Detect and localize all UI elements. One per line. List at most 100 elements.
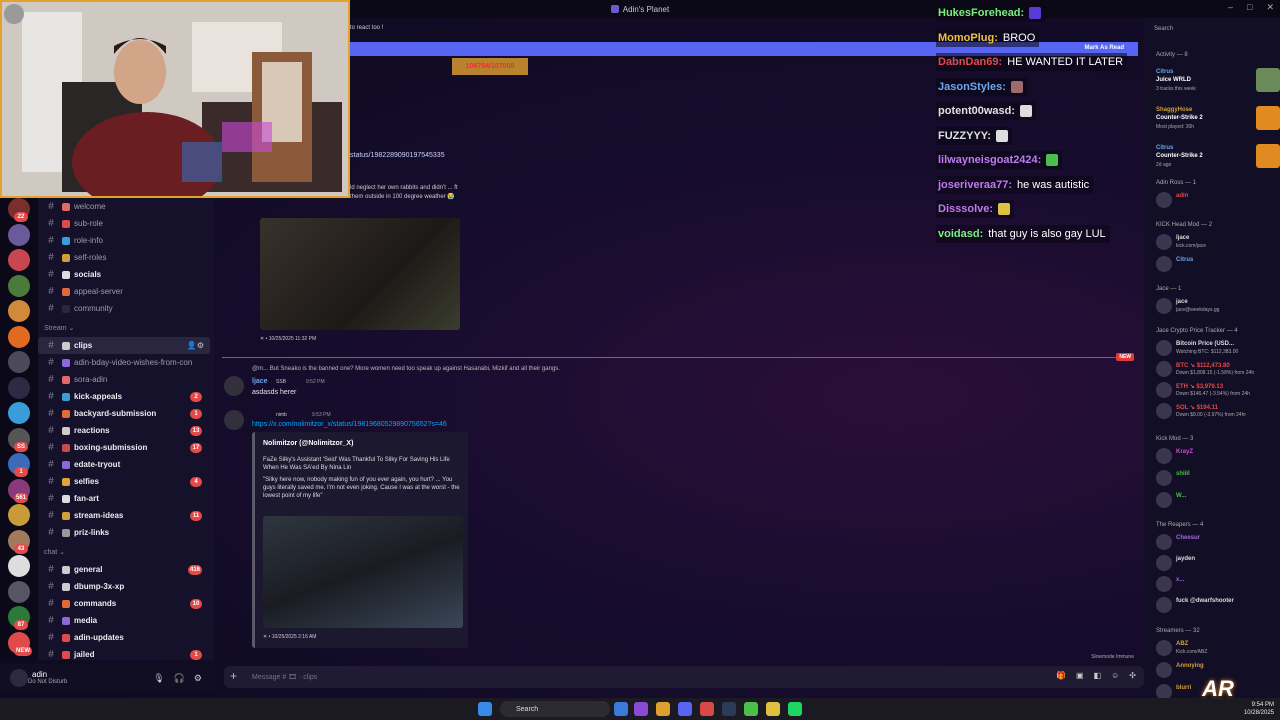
- channel-boxing-submission[interactable]: # boxing-submission 17: [38, 439, 210, 456]
- channel-appeal-server[interactable]: # appeal-server: [38, 283, 210, 300]
- channel-backyard-submission[interactable]: # backyard-submission 1: [38, 405, 210, 422]
- server-icon[interactable]: [8, 300, 30, 322]
- member-item[interactable]: ETH ↘ $3,979.13 Down $146.47 (-3.54%) fro…: [1156, 382, 1276, 398]
- app-icon[interactable]: [700, 702, 714, 716]
- member-item[interactable]: Citrus: [1156, 256, 1276, 272]
- category-stream[interactable]: Stream ⌄: [44, 324, 74, 332]
- maximize-button[interactable]: □: [1247, 2, 1252, 13]
- message-author[interactable]: nimb: [276, 412, 287, 418]
- headphones-icon[interactable]: 🎧: [174, 673, 185, 684]
- channel-priz-links[interactable]: # priz-links: [38, 524, 210, 541]
- reply-preview[interactable]: @m... But Sneako is the banned one? More…: [252, 366, 560, 372]
- channel-welcome[interactable]: # welcome: [38, 198, 210, 215]
- message-input-placeholder[interactable]: Message # 🎞 · clips: [252, 673, 317, 681]
- channel-clips[interactable]: # clips 👤⚙: [38, 337, 210, 354]
- channel-role-info[interactable]: # role-info: [38, 232, 210, 249]
- message-author[interactable]: ljace: [252, 378, 268, 385]
- member-status: Kick.com/ABZ: [1176, 649, 1208, 655]
- channel-settings-icon[interactable]: 👤⚙: [187, 341, 204, 350]
- hash-icon: #: [48, 476, 54, 487]
- server-icon[interactable]: [8, 351, 30, 373]
- channel-sora-adin[interactable]: # sora-adin: [38, 371, 210, 388]
- settings-gear-icon[interactable]: ⚙: [194, 673, 202, 684]
- start-icon[interactable]: [478, 702, 492, 716]
- server-icon[interactable]: [8, 325, 30, 348]
- channel-self-roles[interactable]: # self-roles: [38, 249, 210, 266]
- message-link[interactable]: https://x.com/nolimitzor_x/status/198196…: [252, 421, 447, 428]
- embed-image[interactable]: [263, 516, 463, 628]
- member-item[interactable]: Bitcoin Price (USD... Watching BTC: $112,…: [1156, 340, 1276, 356]
- kick-icon[interactable]: [744, 702, 758, 716]
- sticker-icon[interactable]: ◧: [1094, 671, 1102, 680]
- channel-community[interactable]: # community: [38, 300, 210, 317]
- server-icon[interactable]: [8, 504, 30, 526]
- member-item[interactable]: jayden: [1156, 555, 1276, 571]
- edge-icon[interactable]: [614, 702, 628, 716]
- member-item[interactable]: jace jace@weekdays.gg: [1156, 298, 1276, 314]
- old-message-link[interactable]: status/1982289090197545335: [350, 152, 445, 159]
- chrome-icon[interactable]: [656, 702, 670, 716]
- discord-taskbar-icon[interactable]: [678, 702, 692, 716]
- microphone-icon[interactable]: 🎙: [153, 673, 164, 684]
- mark-as-read-button[interactable]: Mark As Read: [1085, 45, 1124, 51]
- copilot-icon[interactable]: [634, 702, 648, 716]
- emoji-icon[interactable]: ☺: [1111, 671, 1119, 680]
- member-item[interactable]: ABZ Kick.com/ABZ: [1156, 640, 1276, 656]
- spotify-icon[interactable]: [788, 702, 802, 716]
- member-item[interactable]: Cheesur: [1156, 534, 1276, 550]
- member-item[interactable]: W...: [1156, 492, 1276, 508]
- channel-general[interactable]: # general 416: [38, 561, 210, 578]
- user-avatar[interactable]: [10, 669, 28, 687]
- channel-adin-bday-video-wishes-from-con[interactable]: # adin-bday-video-wishes-from-con: [38, 354, 210, 371]
- server-icon[interactable]: [8, 376, 30, 399]
- activity-item[interactable]: Citrus Counter-Strike 2 2d ago: [1156, 144, 1280, 174]
- gift-icon[interactable]: 🎁: [1056, 671, 1066, 680]
- message-avatar[interactable]: [224, 376, 244, 396]
- channel-stream-ideas[interactable]: # stream-ideas 11: [38, 507, 210, 524]
- member-item[interactable]: fuck @dwarfshooter: [1156, 597, 1276, 613]
- channel-jailed[interactable]: # jailed 1: [38, 646, 210, 663]
- channel-selfies[interactable]: # selfies 4: [38, 473, 210, 490]
- server-icon[interactable]: [8, 223, 30, 246]
- channel-fan-art[interactable]: # fan-art: [38, 490, 210, 507]
- close-button[interactable]: ✕: [1266, 2, 1274, 13]
- gif-icon[interactable]: ▣: [1076, 671, 1084, 680]
- steam-icon[interactable]: [722, 702, 736, 716]
- message-avatar[interactable]: [224, 410, 244, 430]
- member-item[interactable]: SOL ↘ $194.11 Down $8.00 (-3.97%) from 24…: [1156, 403, 1276, 419]
- channel-dbump-3x-xp[interactable]: # dbump-3x-xp: [38, 578, 210, 595]
- server-icon[interactable]: [8, 555, 30, 577]
- member-item[interactable]: ljace kick.com/jace: [1156, 234, 1276, 250]
- channel-adin-updates[interactable]: # adin-updates: [38, 629, 210, 646]
- taskbar-search[interactable]: Search: [500, 701, 610, 717]
- server-icon[interactable]: [8, 580, 30, 603]
- member-item[interactable]: adin: [1156, 192, 1276, 208]
- channel-sub-role[interactable]: # sub-role: [38, 215, 210, 232]
- activity-item[interactable]: Citrus Juice WRLD 3 tracks this week: [1156, 68, 1280, 98]
- minimize-button[interactable]: –: [1228, 2, 1233, 13]
- server-icon[interactable]: [8, 402, 30, 424]
- old-embed-image[interactable]: [260, 218, 460, 330]
- channel-media[interactable]: # media: [38, 612, 210, 629]
- member-item[interactable]: shiiil: [1156, 470, 1276, 486]
- channel-reactions[interactable]: # reactions 13: [38, 422, 210, 439]
- taskbar-clock[interactable]: 9:54 PM 10/28/2025: [1244, 701, 1274, 717]
- member-item[interactable]: KrayZ: [1156, 448, 1276, 464]
- channel-emoji-icon: [62, 616, 70, 625]
- message-composer[interactable]: + Message # 🎞 · clips 🎁 ▣ ◧ ☺ ✣: [224, 666, 1144, 688]
- member-item[interactable]: x...: [1156, 576, 1276, 592]
- server-icon[interactable]: [8, 249, 30, 271]
- embed-title[interactable]: Nolimitzor (@Nolimitzor_X): [263, 440, 353, 447]
- channel-edate-tryout[interactable]: # edate-tryout: [38, 456, 210, 473]
- member-item[interactable]: BTC ↘ $112,473.80 Down $1,808.15 (-1.58%)…: [1156, 361, 1276, 377]
- add-attachment-icon[interactable]: +: [230, 669, 237, 683]
- folder-icon[interactable]: [766, 702, 780, 716]
- apps-icon[interactable]: ✣: [1129, 671, 1136, 680]
- category-chat[interactable]: chat ⌄: [44, 548, 65, 556]
- channel-socials[interactable]: # socials: [38, 266, 210, 283]
- channel-kick-appeals[interactable]: # kick-appeals 2: [38, 388, 210, 405]
- activity-item[interactable]: ShaggyHose Counter-Strike 2 Most played: 3…: [1156, 106, 1280, 136]
- search-input[interactable]: Search: [1150, 22, 1274, 36]
- channel-commands[interactable]: # commands 10: [38, 595, 210, 612]
- server-icon[interactable]: [8, 274, 30, 297]
